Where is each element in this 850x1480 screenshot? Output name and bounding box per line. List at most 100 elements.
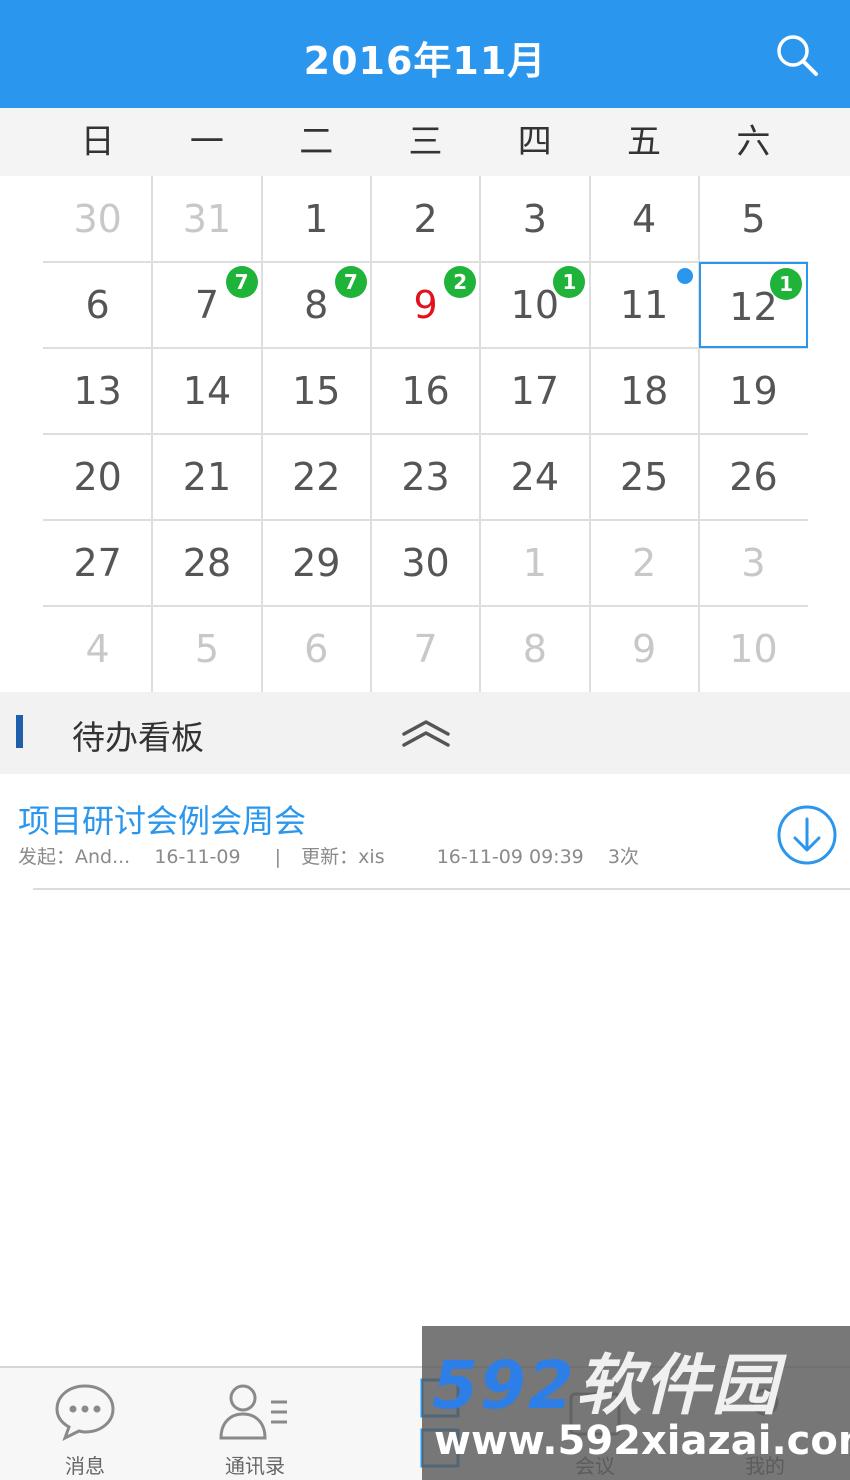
calendar-day-adjacent-month[interactable]: 1 <box>480 520 589 606</box>
download-icon[interactable] <box>776 804 838 866</box>
day-number: 30 <box>73 197 122 241</box>
calendar-day[interactable]: 27 <box>43 520 152 606</box>
day-number: 8 <box>522 627 547 671</box>
calendar-day-adjacent-month[interactable]: 10 <box>699 606 808 692</box>
day-number: 23 <box>401 455 450 499</box>
calendar-day[interactable]: 29 <box>262 520 371 606</box>
meta-initiator: 发起：And... <box>18 846 131 868</box>
tab-label-contacts: 通讯录 <box>225 1454 285 1478</box>
day-number: 1 <box>304 197 329 241</box>
calendar-day-adjacent-month[interactable]: 4 <box>43 606 152 692</box>
day-number: 18 <box>619 369 669 413</box>
day-number: 30 <box>401 541 450 585</box>
top-app-bar: 2016年11月 <box>0 0 850 108</box>
day-number: 12 <box>729 285 778 329</box>
day-number: 2 <box>632 541 657 585</box>
day-number: 22 <box>292 455 341 499</box>
meta-divider: | <box>274 846 282 868</box>
calendar-day-adjacent-month[interactable]: 3 <box>699 520 808 606</box>
day-number: 8 <box>304 283 329 327</box>
calendar-day[interactable]: 22 <box>262 434 371 520</box>
weekday-sat: 六 <box>736 122 771 162</box>
calendar-day[interactable]: 77 <box>152 262 261 348</box>
day-number: 7 <box>413 627 438 671</box>
watermark-brand-number: 592 <box>432 1347 576 1424</box>
weekday-sun: 日 <box>80 122 115 162</box>
calendar-day-adjacent-month[interactable]: 6 <box>262 606 371 692</box>
event-count-badge: 1 <box>770 268 803 300</box>
calendar-day[interactable]: 25 <box>590 434 699 520</box>
day-number: 15 <box>292 369 341 413</box>
calendar-day[interactable]: 3 <box>480 176 589 262</box>
day-number: 24 <box>510 455 560 499</box>
calendar-day[interactable]: 1 <box>262 176 371 262</box>
meta-updated-time: 16-11-09 09:39 <box>436 846 584 868</box>
calendar-day-adjacent-month[interactable]: 7 <box>371 606 480 692</box>
watermark-url: www.592xiazai.com <box>434 1418 850 1464</box>
calendar-day[interactable]: 5 <box>699 176 808 262</box>
calendar-day[interactable]: 87 <box>262 262 371 348</box>
calendar-day[interactable]: 4 <box>590 176 699 262</box>
tab-messages[interactable]: 消息 <box>0 1368 170 1480</box>
todo-board-label: 待办看板 <box>72 718 204 757</box>
day-number: 20 <box>73 455 122 499</box>
meta-update-count: 3次 <box>607 846 639 868</box>
day-number: 26 <box>729 455 778 499</box>
calendar-day[interactable]: 6 <box>43 262 152 348</box>
calendar-day[interactable]: 26 <box>699 434 808 520</box>
calendar-day[interactable]: 11 <box>590 262 699 348</box>
calendar-day[interactable]: 18 <box>590 348 699 434</box>
calendar-day-adjacent-month[interactable]: 5 <box>152 606 261 692</box>
tab-contacts[interactable]: 通讯录 <box>170 1368 340 1480</box>
month-title[interactable]: 2016年11月 <box>0 30 850 85</box>
day-number: 1 <box>522 541 547 585</box>
calendar-day[interactable]: 2 <box>371 176 480 262</box>
todo-item-meta: 发起：And... 16-11-09 | 更新：xis 16-11-09 09:… <box>18 842 639 869</box>
calendar-day-adjacent-month[interactable]: 31 <box>152 176 261 262</box>
calendar-day[interactable]: 30 <box>371 520 480 606</box>
event-count-badge: 2 <box>444 266 477 298</box>
calendar-day[interactable]: 92 <box>371 262 480 348</box>
weekday-thu: 四 <box>517 122 552 162</box>
day-number: 4 <box>85 627 110 671</box>
todo-item-title: 项目研讨会例会周会 <box>18 802 307 840</box>
calendar-day[interactable]: 17 <box>480 348 589 434</box>
chat-bubble-icon <box>55 1384 115 1442</box>
calendar-day[interactable]: 23 <box>371 434 480 520</box>
day-number: 13 <box>73 369 122 413</box>
event-count-badge: 7 <box>334 266 367 298</box>
day-number: 10 <box>729 627 778 671</box>
day-number: 16 <box>401 369 450 413</box>
event-dot-indicator <box>676 268 693 284</box>
search-icon[interactable] <box>774 32 820 78</box>
calendar-day[interactable]: 15 <box>262 348 371 434</box>
day-number: 27 <box>73 541 122 585</box>
day-number: 6 <box>304 627 329 671</box>
event-count-badge: 7 <box>225 266 258 298</box>
calendar-day[interactable]: 10 1 <box>480 262 589 348</box>
meta-created-date: 16-11-09 <box>154 846 241 868</box>
calendar-day-adjacent-month[interactable]: 9 <box>590 606 699 692</box>
calendar-day-selected[interactable]: 12 1 <box>698 262 809 348</box>
collapse-up-icon[interactable] <box>400 714 452 750</box>
calendar-day[interactable]: 16 <box>371 348 480 434</box>
calendar-day-adjacent-month[interactable]: 8 <box>480 606 589 692</box>
calendar-day[interactable]: 28 <box>152 520 261 606</box>
day-number: 6 <box>85 283 110 327</box>
calendar-day[interactable]: 24 <box>480 434 589 520</box>
calendar-day[interactable]: 14 <box>152 348 261 434</box>
contacts-icon <box>219 1384 287 1440</box>
day-number: 31 <box>182 197 232 241</box>
todo-list-item[interactable]: 项目研讨会例会周会 发起：And... 16-11-09 | 更新：xis 16… <box>0 774 850 890</box>
calendar-day[interactable]: 19 <box>699 348 808 434</box>
calendar-day-adjacent-month[interactable]: 2 <box>590 520 699 606</box>
day-number: 4 <box>632 197 657 241</box>
day-number: 7 <box>194 283 220 327</box>
day-number: 11 <box>619 283 669 327</box>
calendar-day[interactable]: 20 <box>43 434 152 520</box>
weekday-fri: 五 <box>627 122 662 162</box>
calendar-day-adjacent-month[interactable]: 30 <box>43 176 152 262</box>
day-number: 10 <box>510 283 560 327</box>
calendar-day[interactable]: 21 <box>152 434 261 520</box>
calendar-day[interactable]: 13 <box>43 348 152 434</box>
